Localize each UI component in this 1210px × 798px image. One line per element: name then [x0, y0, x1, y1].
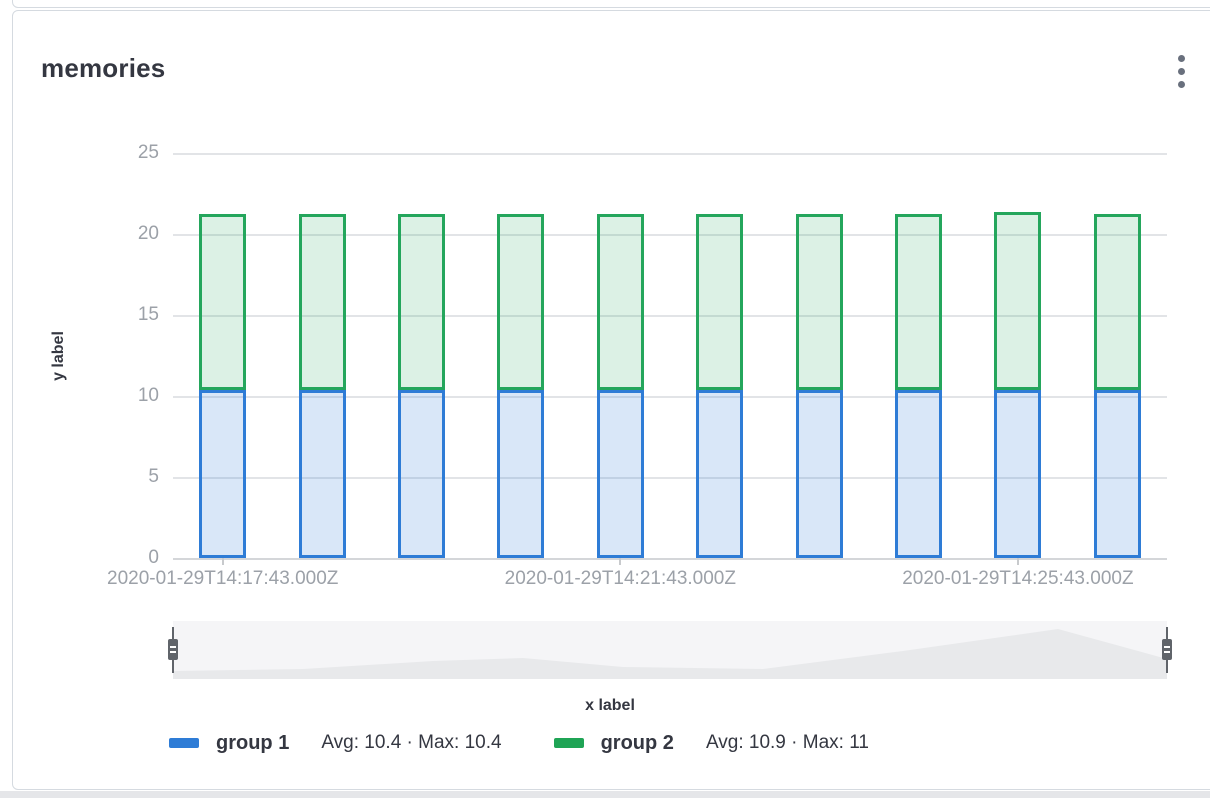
legend-label: group 2	[601, 732, 674, 755]
kebab-menu-icon	[1178, 68, 1185, 75]
x-tick-label: 2020-01-29T14:21:43.000Z	[460, 568, 780, 590]
panel-above-edge	[12, 0, 1210, 8]
x-tick	[1017, 558, 1019, 565]
legend-swatch-group-1-icon	[169, 738, 199, 748]
bar-segment-group-2[interactable]	[299, 214, 346, 390]
chart-panel: memories 05101520252020-01-29T14:17:43.0…	[12, 10, 1210, 790]
time-navigator[interactable]	[173, 621, 1167, 679]
legend-stats: Avg: 10.4 · Max: 10.4	[321, 732, 501, 754]
navigator-right-handle-icon[interactable]	[1160, 627, 1174, 673]
bar-segment-group-1[interactable]	[597, 390, 644, 558]
panel-title: memories	[41, 53, 165, 84]
panel-menu-button[interactable]	[1163, 47, 1199, 95]
y-tick-label: 10	[9, 385, 159, 407]
bar-segment-group-2[interactable]	[895, 214, 942, 390]
bar-segment-group-1[interactable]	[497, 390, 544, 558]
bar-segment-group-2[interactable]	[994, 212, 1041, 390]
kebab-menu-icon	[1178, 81, 1185, 88]
navigator-left-handle-icon[interactable]	[166, 627, 180, 673]
bar-segment-group-1[interactable]	[398, 390, 445, 558]
bar-segment-group-1[interactable]	[796, 390, 843, 558]
kebab-menu-icon	[1178, 55, 1185, 62]
x-tick-label: 2020-01-29T14:25:43.000Z	[858, 568, 1178, 590]
handle-grip	[168, 639, 178, 660]
bar-segment-group-1[interactable]	[199, 390, 246, 558]
legend-swatch-group-2-icon	[554, 738, 584, 748]
bar-segment-group-2[interactable]	[497, 214, 544, 390]
legend-item-group-2[interactable]: group 2 Avg: 10.9 · Max: 11	[554, 732, 921, 755]
bar-segment-group-1[interactable]	[299, 390, 346, 558]
bar-segment-group-1[interactable]	[994, 390, 1041, 558]
page-bottom-edge	[0, 791, 1210, 798]
bar-segment-group-2[interactable]	[696, 214, 743, 390]
legend-label: group 1	[216, 732, 289, 755]
legend-item-group-1[interactable]: group 1 Avg: 10.4 · Max: 10.4	[169, 732, 554, 755]
bar-segment-group-2[interactable]	[398, 214, 445, 390]
gridline	[173, 153, 1167, 155]
handle-grip	[1162, 639, 1172, 660]
x-tick	[222, 558, 224, 565]
navigator-silhouette	[173, 621, 1167, 679]
bar-segment-group-1[interactable]	[696, 390, 743, 558]
y-axis-title: y label	[50, 306, 70, 406]
y-tick-label: 25	[9, 142, 159, 164]
plot-area: 05101520252020-01-29T14:17:43.000Z2020-0…	[173, 153, 1167, 558]
bar-segment-group-2[interactable]	[597, 214, 644, 390]
y-tick-label: 20	[9, 223, 159, 245]
y-tick-label: 0	[9, 547, 159, 569]
legend: group 1 Avg: 10.4 · Max: 10.4 group 2 Av…	[169, 728, 921, 758]
x-axis-title: x label	[53, 697, 1167, 715]
bar-segment-group-2[interactable]	[796, 214, 843, 390]
y-tick-label: 5	[9, 466, 159, 488]
y-tick-label: 15	[9, 304, 159, 326]
bar-segment-group-2[interactable]	[1094, 214, 1141, 390]
legend-stats: Avg: 10.9 · Max: 11	[706, 732, 869, 754]
bar-segment-group-1[interactable]	[1094, 390, 1141, 558]
x-tick	[619, 558, 621, 565]
bar-segment-group-1[interactable]	[895, 390, 942, 558]
x-tick-label: 2020-01-29T14:17:43.000Z	[63, 568, 383, 590]
bar-segment-group-2[interactable]	[199, 214, 246, 390]
